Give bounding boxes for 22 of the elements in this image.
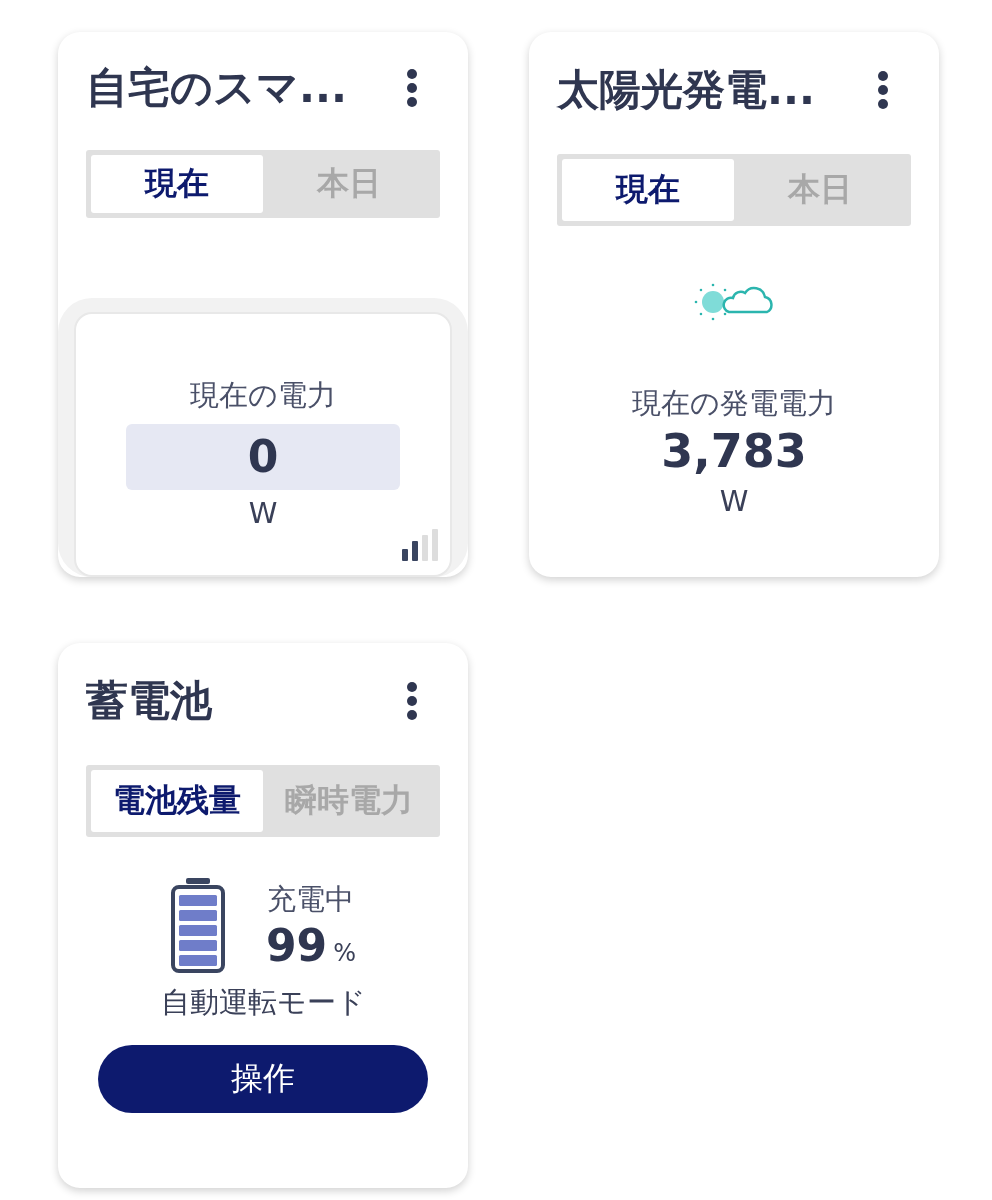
- mode-label: 自動運転モード: [160, 984, 366, 1021]
- value: 0: [126, 423, 400, 490]
- value-label: 現在の電力: [190, 376, 336, 414]
- unit: W: [248, 495, 278, 530]
- tab[interactable]: 現在: [562, 159, 734, 221]
- percent-unit: %: [333, 938, 356, 967]
- tab[interactable]: 現在: [91, 155, 263, 213]
- more-icon[interactable]: [406, 681, 418, 721]
- battery-percent: 99: [265, 919, 328, 971]
- operate-button[interactable]: 操作: [98, 1045, 428, 1113]
- more-icon[interactable]: [406, 68, 418, 108]
- tab[interactable]: 電池残量: [91, 770, 263, 832]
- card-title: 蓄電池: [86, 675, 212, 727]
- unit: W: [719, 484, 749, 518]
- value-label: 現在の発電電力: [632, 385, 836, 422]
- charge-status: 充電中: [267, 880, 355, 918]
- battery-icon: [169, 877, 226, 973]
- card-title: 太陽光発電...: [557, 64, 815, 116]
- more-icon[interactable]: [877, 70, 889, 110]
- value: 3,783: [661, 424, 807, 478]
- card-title: 自宅のスマ...: [86, 62, 347, 114]
- signal-icon: [402, 529, 438, 561]
